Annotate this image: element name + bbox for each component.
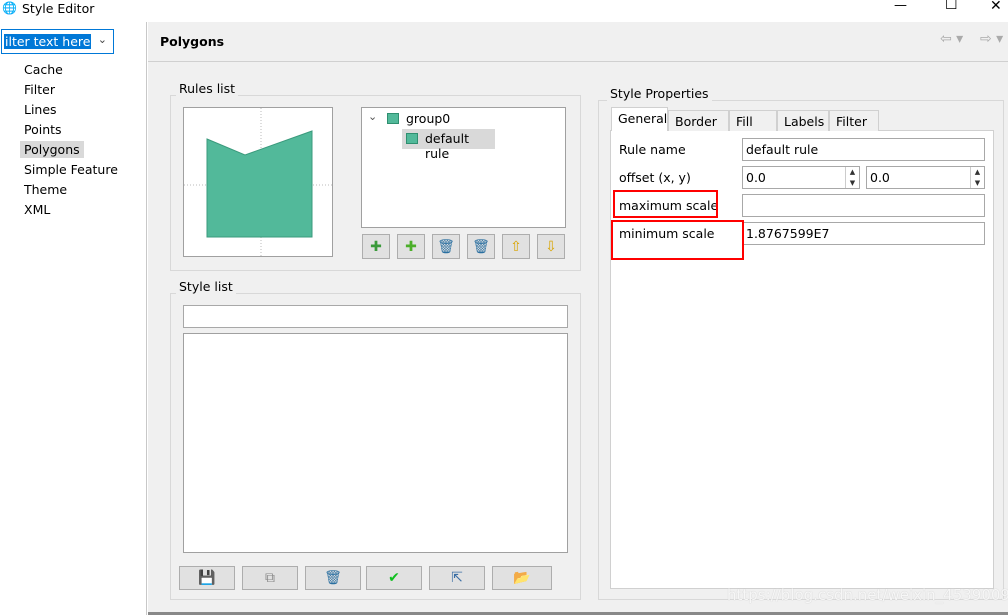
polygon-preview [184, 108, 332, 256]
app-icon: 🌐 [2, 1, 17, 15]
style-properties-label: Style Properties [607, 86, 712, 101]
rule-preview [183, 107, 333, 257]
tree-rule-label: default rule [425, 131, 469, 161]
style-list[interactable] [183, 333, 568, 553]
sidebar-item-theme[interactable]: Theme [20, 181, 71, 198]
move-down-button[interactable]: ⇩ [537, 234, 565, 259]
trash-icon: 🗑 [324, 570, 342, 586]
sidebar-item-cache[interactable]: Cache [20, 61, 67, 78]
delete-rule-button[interactable]: 🗑 [432, 234, 460, 259]
polygon-icon [406, 133, 418, 144]
sidebar-item-xml[interactable]: XML [20, 201, 54, 218]
add-rule-filter-button[interactable]: ✚ [362, 234, 390, 259]
back-arrow-icon[interactable]: ⇦ ▾ [940, 31, 963, 47]
page-title: Polygons [160, 34, 225, 49]
add-rule-button[interactable]: ✚ [397, 234, 425, 259]
move-up-button[interactable]: ⇧ [502, 234, 530, 259]
highlight-box-min-scale [611, 220, 744, 260]
chevron-down-icon[interactable]: ⌄ [368, 110, 377, 123]
open-button[interactable]: 📂 [492, 566, 552, 590]
offset-y-spinner[interactable]: 0.0 ▲ ▼ [866, 166, 985, 189]
arrow-down-icon: ⇩ [545, 238, 557, 255]
sidebar-item-simple-feature[interactable]: Simple Feature [20, 161, 122, 178]
add-filter-icon: ✚ [370, 238, 382, 255]
export-button[interactable]: ⇱ [429, 566, 485, 590]
floppy-multi-icon: ⧉ [265, 570, 275, 586]
polygon-icon [387, 113, 399, 124]
filter-input[interactable]: ilter text here [4, 34, 92, 49]
checkmark-icon: ✔ [388, 570, 400, 586]
sidebar-item-lines[interactable]: Lines [20, 101, 61, 118]
apply-button[interactable]: ✔ [366, 566, 422, 590]
sidebar-item-filter[interactable]: Filter [20, 81, 59, 98]
trash-icon: 🗑 [437, 238, 455, 255]
tab-fill[interactable]: Fill [729, 110, 777, 131]
offset-label: offset (x, y) [619, 170, 691, 185]
close-button[interactable]: ✕ [990, 0, 1002, 14]
filter-combo[interactable]: ilter text here ⌄ [1, 29, 114, 54]
window-title: Style Editor [22, 1, 95, 16]
minimum-scale-input[interactable]: 1.8767599E7 [742, 222, 985, 245]
rules-list-label: Rules list [176, 81, 239, 96]
offset-y-value: 0.0 [870, 170, 890, 185]
sidebar-item-points[interactable]: Points [20, 121, 66, 138]
plus-icon: ✚ [405, 238, 417, 255]
style-list-label: Style list [176, 279, 236, 294]
rule-name-input[interactable]: default rule [742, 138, 985, 161]
chevron-down-icon[interactable]: ⌄ [98, 33, 107, 46]
style-name-input[interactable] [183, 305, 568, 328]
floppy-icon: 💾 [198, 570, 216, 586]
maximum-scale-input[interactable] [742, 194, 985, 217]
save-button[interactable]: 💾 [179, 566, 235, 590]
maximize-button[interactable]: ☐ [945, 0, 958, 13]
forward-arrow-icon[interactable]: ⇨ ▾ [980, 31, 1003, 47]
delete-style-button[interactable]: 🗑 [305, 566, 361, 590]
tree-rule-selected[interactable]: default rule [402, 129, 495, 161]
spinner-arrows-icon[interactable]: ▲ ▼ [970, 167, 984, 188]
export-icon: ⇱ [451, 570, 463, 586]
highlight-box-max-scale [613, 190, 718, 218]
trash-all-icon: 🗑 [472, 238, 490, 255]
sidebar-item-polygons[interactable]: Polygons [20, 141, 84, 158]
offset-x-value: 0.0 [746, 170, 766, 185]
delete-all-button[interactable]: 🗑 [467, 234, 495, 259]
offset-x-spinner[interactable]: 0.0 ▲ ▼ [742, 166, 860, 189]
tab-general[interactable]: General [611, 107, 668, 131]
save-as-button[interactable]: ⧉ [242, 566, 298, 590]
tab-labels[interactable]: Labels [777, 110, 829, 131]
spinner-arrows-icon[interactable]: ▲ ▼ [845, 167, 859, 188]
arrow-up-icon: ⇧ [510, 238, 522, 255]
rules-tree[interactable]: ⌄ group0 default rule [361, 107, 566, 228]
tab-border[interactable]: Border [668, 110, 729, 131]
title-bar: 🌐 Style Editor — ☐ ✕ [0, 0, 1008, 20]
tree-group[interactable]: group0 [406, 111, 450, 126]
page-header: Polygons ⇦ ▾ ⇨ ▾ [148, 22, 1008, 62]
minimize-button[interactable]: — [894, 0, 907, 13]
tab-filter[interactable]: Filter [829, 110, 879, 131]
rule-name-label: Rule name [619, 142, 686, 157]
folder-open-icon: 📂 [513, 570, 531, 586]
watermark: https://blog.csdn.net/weixin_45390094 [727, 586, 1008, 604]
